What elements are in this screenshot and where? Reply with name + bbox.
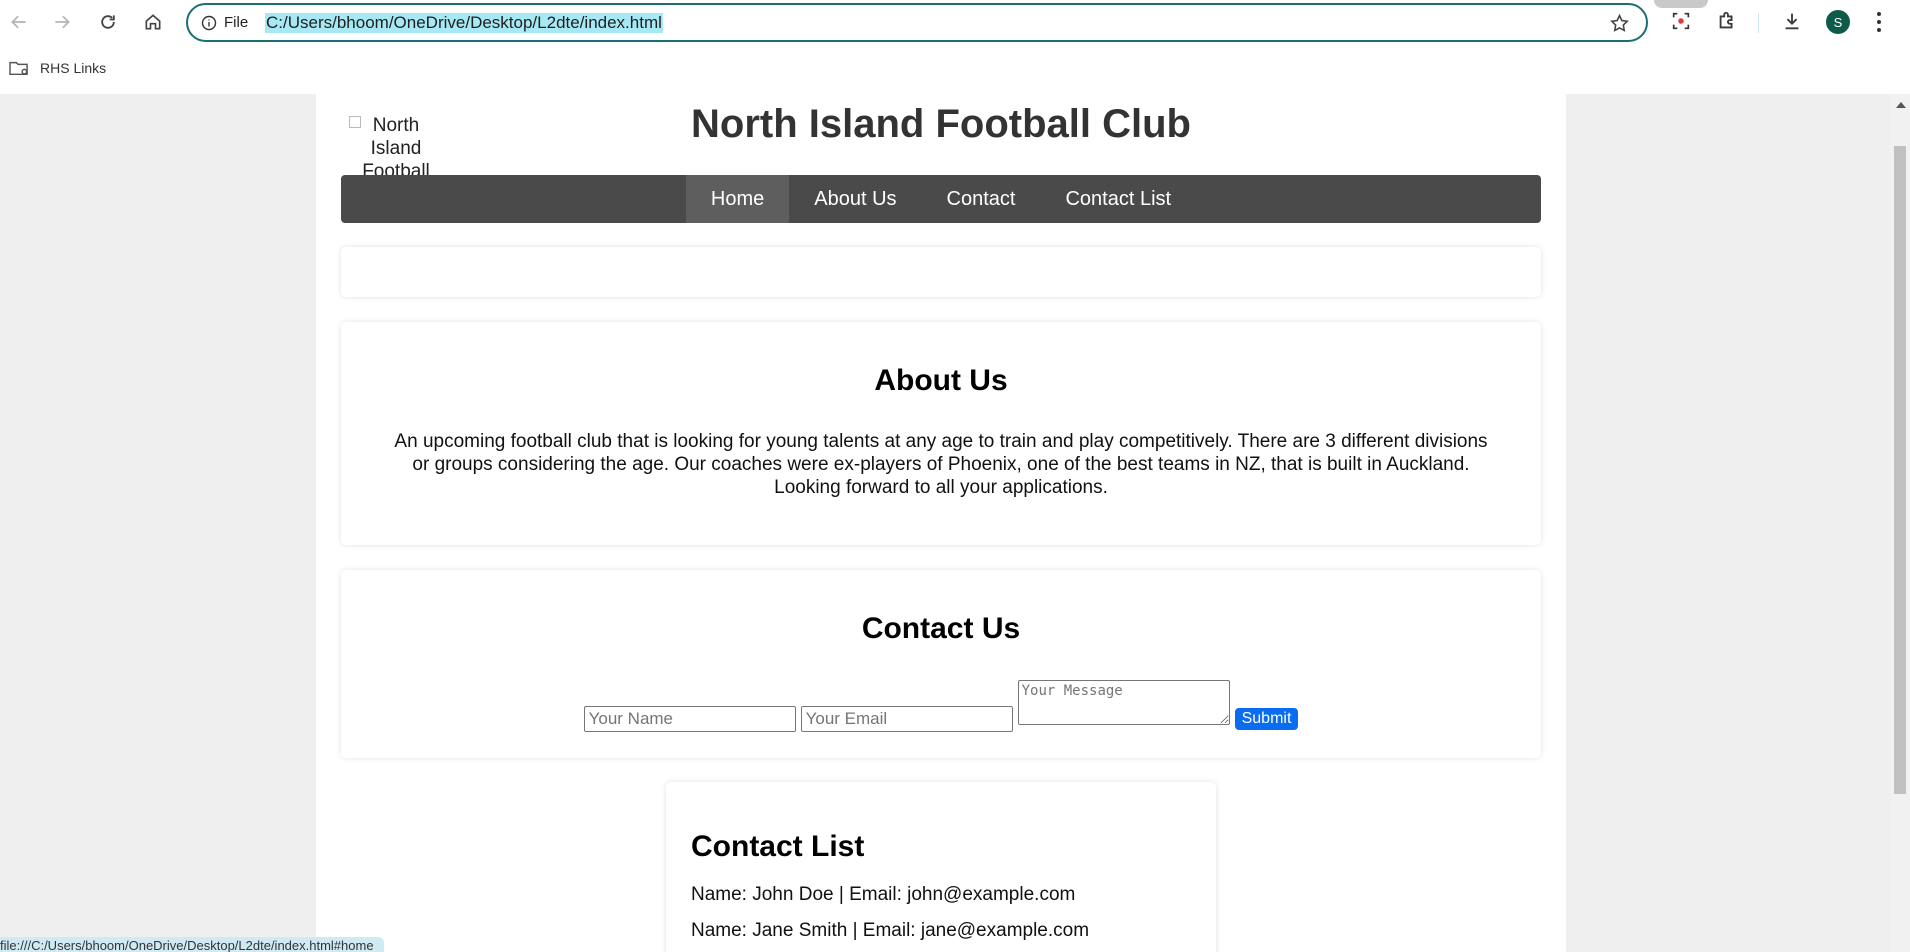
list-item: Name: Jane Smith | Email: jane@example.c… <box>691 920 1090 941</box>
recording-indicator <box>1654 0 1708 8</box>
screen-capture-icon[interactable] <box>1669 9 1693 33</box>
scheme-chip[interactable]: File <box>224 14 248 31</box>
home-section <box>341 247 1541 297</box>
nav-about-us[interactable]: About Us <box>789 175 921 223</box>
reload-icon[interactable] <box>93 7 123 37</box>
info-icon[interactable] <box>201 15 217 31</box>
nav-contact-list[interactable]: Contact List <box>1040 175 1196 223</box>
bookmark-label: RHS Links <box>40 60 107 76</box>
about-section: About Us An upcoming football club that … <box>341 322 1541 545</box>
extensions-icon[interactable] <box>1715 9 1739 33</box>
submit-button[interactable]: Submit <box>1234 708 1299 730</box>
address-bar[interactable]: File C:/Users/bhoom/OneDrive/Desktop/L2d… <box>186 3 1648 42</box>
contact-list-section: Contact List Name: John Doe | Email: joh… <box>666 782 1216 952</box>
contact-section: Contact Us Submit <box>341 570 1541 758</box>
email-input[interactable] <box>800 706 1013 732</box>
page-scrollbar[interactable] <box>1890 94 1910 952</box>
url-text[interactable]: C:/Users/bhoom/OneDrive/Desktop/L2dte/in… <box>265 13 663 33</box>
nav-contact[interactable]: Contact <box>922 175 1041 223</box>
contact-heading: Contact Us <box>861 612 1021 645</box>
contact-list-heading: Contact List <box>691 830 865 863</box>
folder-icon <box>9 61 28 76</box>
page-viewport: North Island Football Club Logo North Is… <box>0 94 1890 952</box>
bookmark-star-icon[interactable] <box>1609 13 1630 34</box>
browser-toolbar: File C:/Users/bhoom/OneDrive/Desktop/L2d… <box>0 0 1910 44</box>
list-item: Name: John Doe | Email: john@example.com <box>691 884 1076 905</box>
forward-icon[interactable] <box>47 7 77 37</box>
name-input[interactable] <box>583 706 796 732</box>
about-text: An upcoming football club that is lookin… <box>394 431 1488 498</box>
scrollbar-thumb[interactable] <box>1894 146 1906 794</box>
downloads-icon[interactable] <box>1780 9 1804 33</box>
back-icon[interactable] <box>4 7 34 37</box>
profile-avatar[interactable]: S <box>1826 10 1850 34</box>
toolbar-separator <box>1758 13 1759 33</box>
main-nav: Home About Us Contact Contact List <box>341 175 1541 223</box>
nav-home[interactable]: Home <box>685 175 790 223</box>
site-title: North Island Football Club <box>691 102 1191 146</box>
bookmarks-bar: RHS Links <box>0 44 1910 94</box>
menu-icon[interactable] <box>1873 10 1885 34</box>
message-textarea[interactable] <box>1017 680 1230 725</box>
contact-form: Submit <box>341 680 1541 732</box>
status-bar-url: file:///C:/Users/bhoom/OneDrive/Desktop/… <box>0 937 384 952</box>
home-icon[interactable] <box>138 7 168 37</box>
about-heading: About Us <box>874 364 1008 397</box>
scroll-up-icon[interactable] <box>1896 102 1906 108</box>
page-container: North Island Football Club Logo North Is… <box>316 94 1566 952</box>
bookmark-rhs-links[interactable]: RHS Links <box>8 59 106 77</box>
